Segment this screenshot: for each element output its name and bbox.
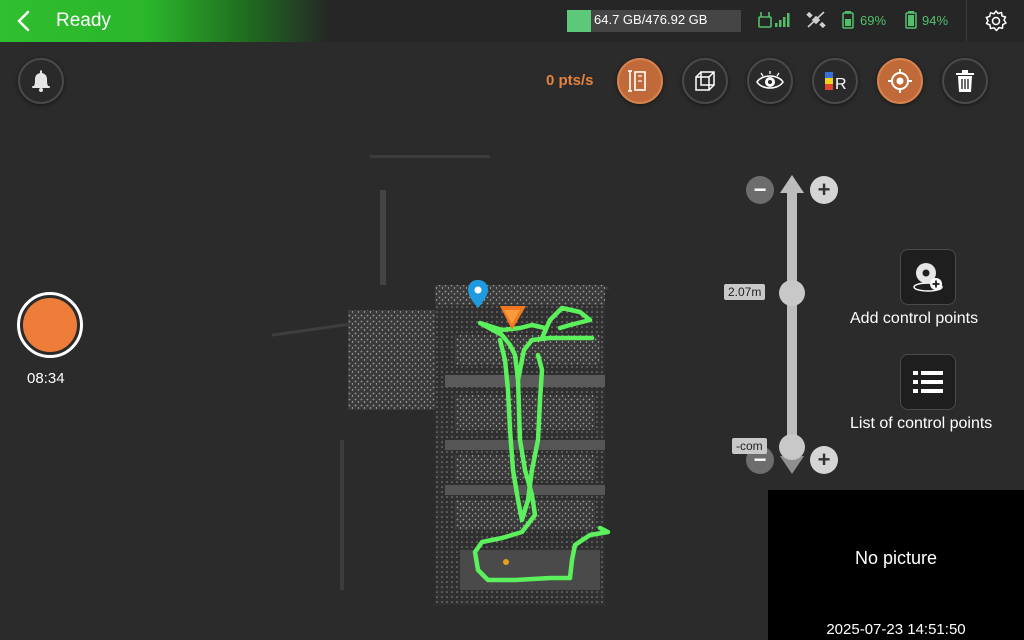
notification-button[interactable]	[18, 58, 64, 104]
point-cloud-map[interactable]	[270, 140, 690, 610]
point-marker	[503, 559, 509, 565]
chevron-left-icon	[17, 10, 30, 32]
list-control-points-button[interactable]	[900, 354, 956, 410]
rc-battery: 69%	[840, 11, 886, 29]
upper-height-label: 2.07m	[724, 283, 766, 300]
delete-button[interactable]	[942, 58, 988, 104]
storage-fill	[567, 10, 591, 32]
rc-battery-icon	[842, 11, 854, 29]
rc-signal	[758, 11, 790, 29]
settings-button[interactable]	[966, 0, 1024, 42]
back-button[interactable]	[8, 5, 40, 37]
view-3d-button[interactable]	[682, 58, 728, 104]
trash-icon	[956, 70, 974, 92]
top-status-bar: Ready 64.7 GB/476.92 GB 69% 94%	[0, 0, 1024, 42]
top-minus-button[interactable]: −	[746, 176, 774, 204]
rc-battery-text: 69%	[860, 12, 887, 28]
gear-icon	[985, 10, 1007, 32]
device-battery: 94%	[904, 11, 948, 29]
target-icon	[888, 69, 912, 93]
svg-text:R: R	[835, 76, 847, 93]
record-dot	[23, 298, 77, 352]
list-control-points-label: List of control points	[850, 415, 993, 432]
record-timer: 08:34	[27, 370, 65, 387]
measure-button[interactable]	[617, 58, 663, 104]
visibility-button[interactable]	[747, 58, 793, 104]
satellite-status	[806, 11, 826, 29]
satellite-off-icon	[806, 11, 826, 29]
no-picture-text: No picture	[854, 548, 938, 568]
add-control-points-label: Add control points	[850, 310, 979, 327]
bottom-plus-button[interactable]: +	[810, 446, 838, 474]
bell-icon	[32, 70, 50, 92]
battery-icon	[905, 11, 917, 29]
eye-icon	[756, 71, 784, 89]
top-plus-button[interactable]: +	[810, 176, 838, 204]
locate-button[interactable]	[877, 58, 923, 104]
add-control-points-button[interactable]	[900, 249, 956, 305]
measure-icon	[628, 70, 646, 92]
camera-preview[interactable]: No picture 2025-07-23 14:51:50	[768, 490, 1024, 640]
list-icon	[913, 371, 943, 393]
storage-text: 64.7 GB/476.92 GB	[594, 12, 708, 27]
device-battery-text: 94%	[922, 12, 949, 28]
status-strip	[0, 0, 330, 42]
height-slider[interactable]: − + − + 2.07m -com	[724, 170, 850, 480]
storage-indicator: 64.7 GB/476.92 GB	[567, 10, 741, 32]
lower-height-label: -com	[732, 437, 767, 454]
point-cloud	[271, 155, 609, 605]
points-rate: 0 pts/s	[546, 72, 594, 89]
color-render-button[interactable]: R	[812, 58, 858, 104]
add-control-point-icon	[913, 263, 943, 292]
upper-height-handle[interactable]	[779, 279, 805, 306]
cube-icon	[695, 71, 715, 91]
slider-track[interactable]	[787, 190, 797, 460]
lower-height-handle[interactable]	[779, 433, 805, 460]
record-button[interactable]	[17, 292, 83, 358]
status-title: Ready	[56, 10, 111, 31]
remote-controller-signal-icon	[758, 12, 790, 28]
camera-timestamp: 2025-07-23 14:51:50	[826, 621, 966, 638]
color-render-icon: R	[825, 72, 847, 93]
